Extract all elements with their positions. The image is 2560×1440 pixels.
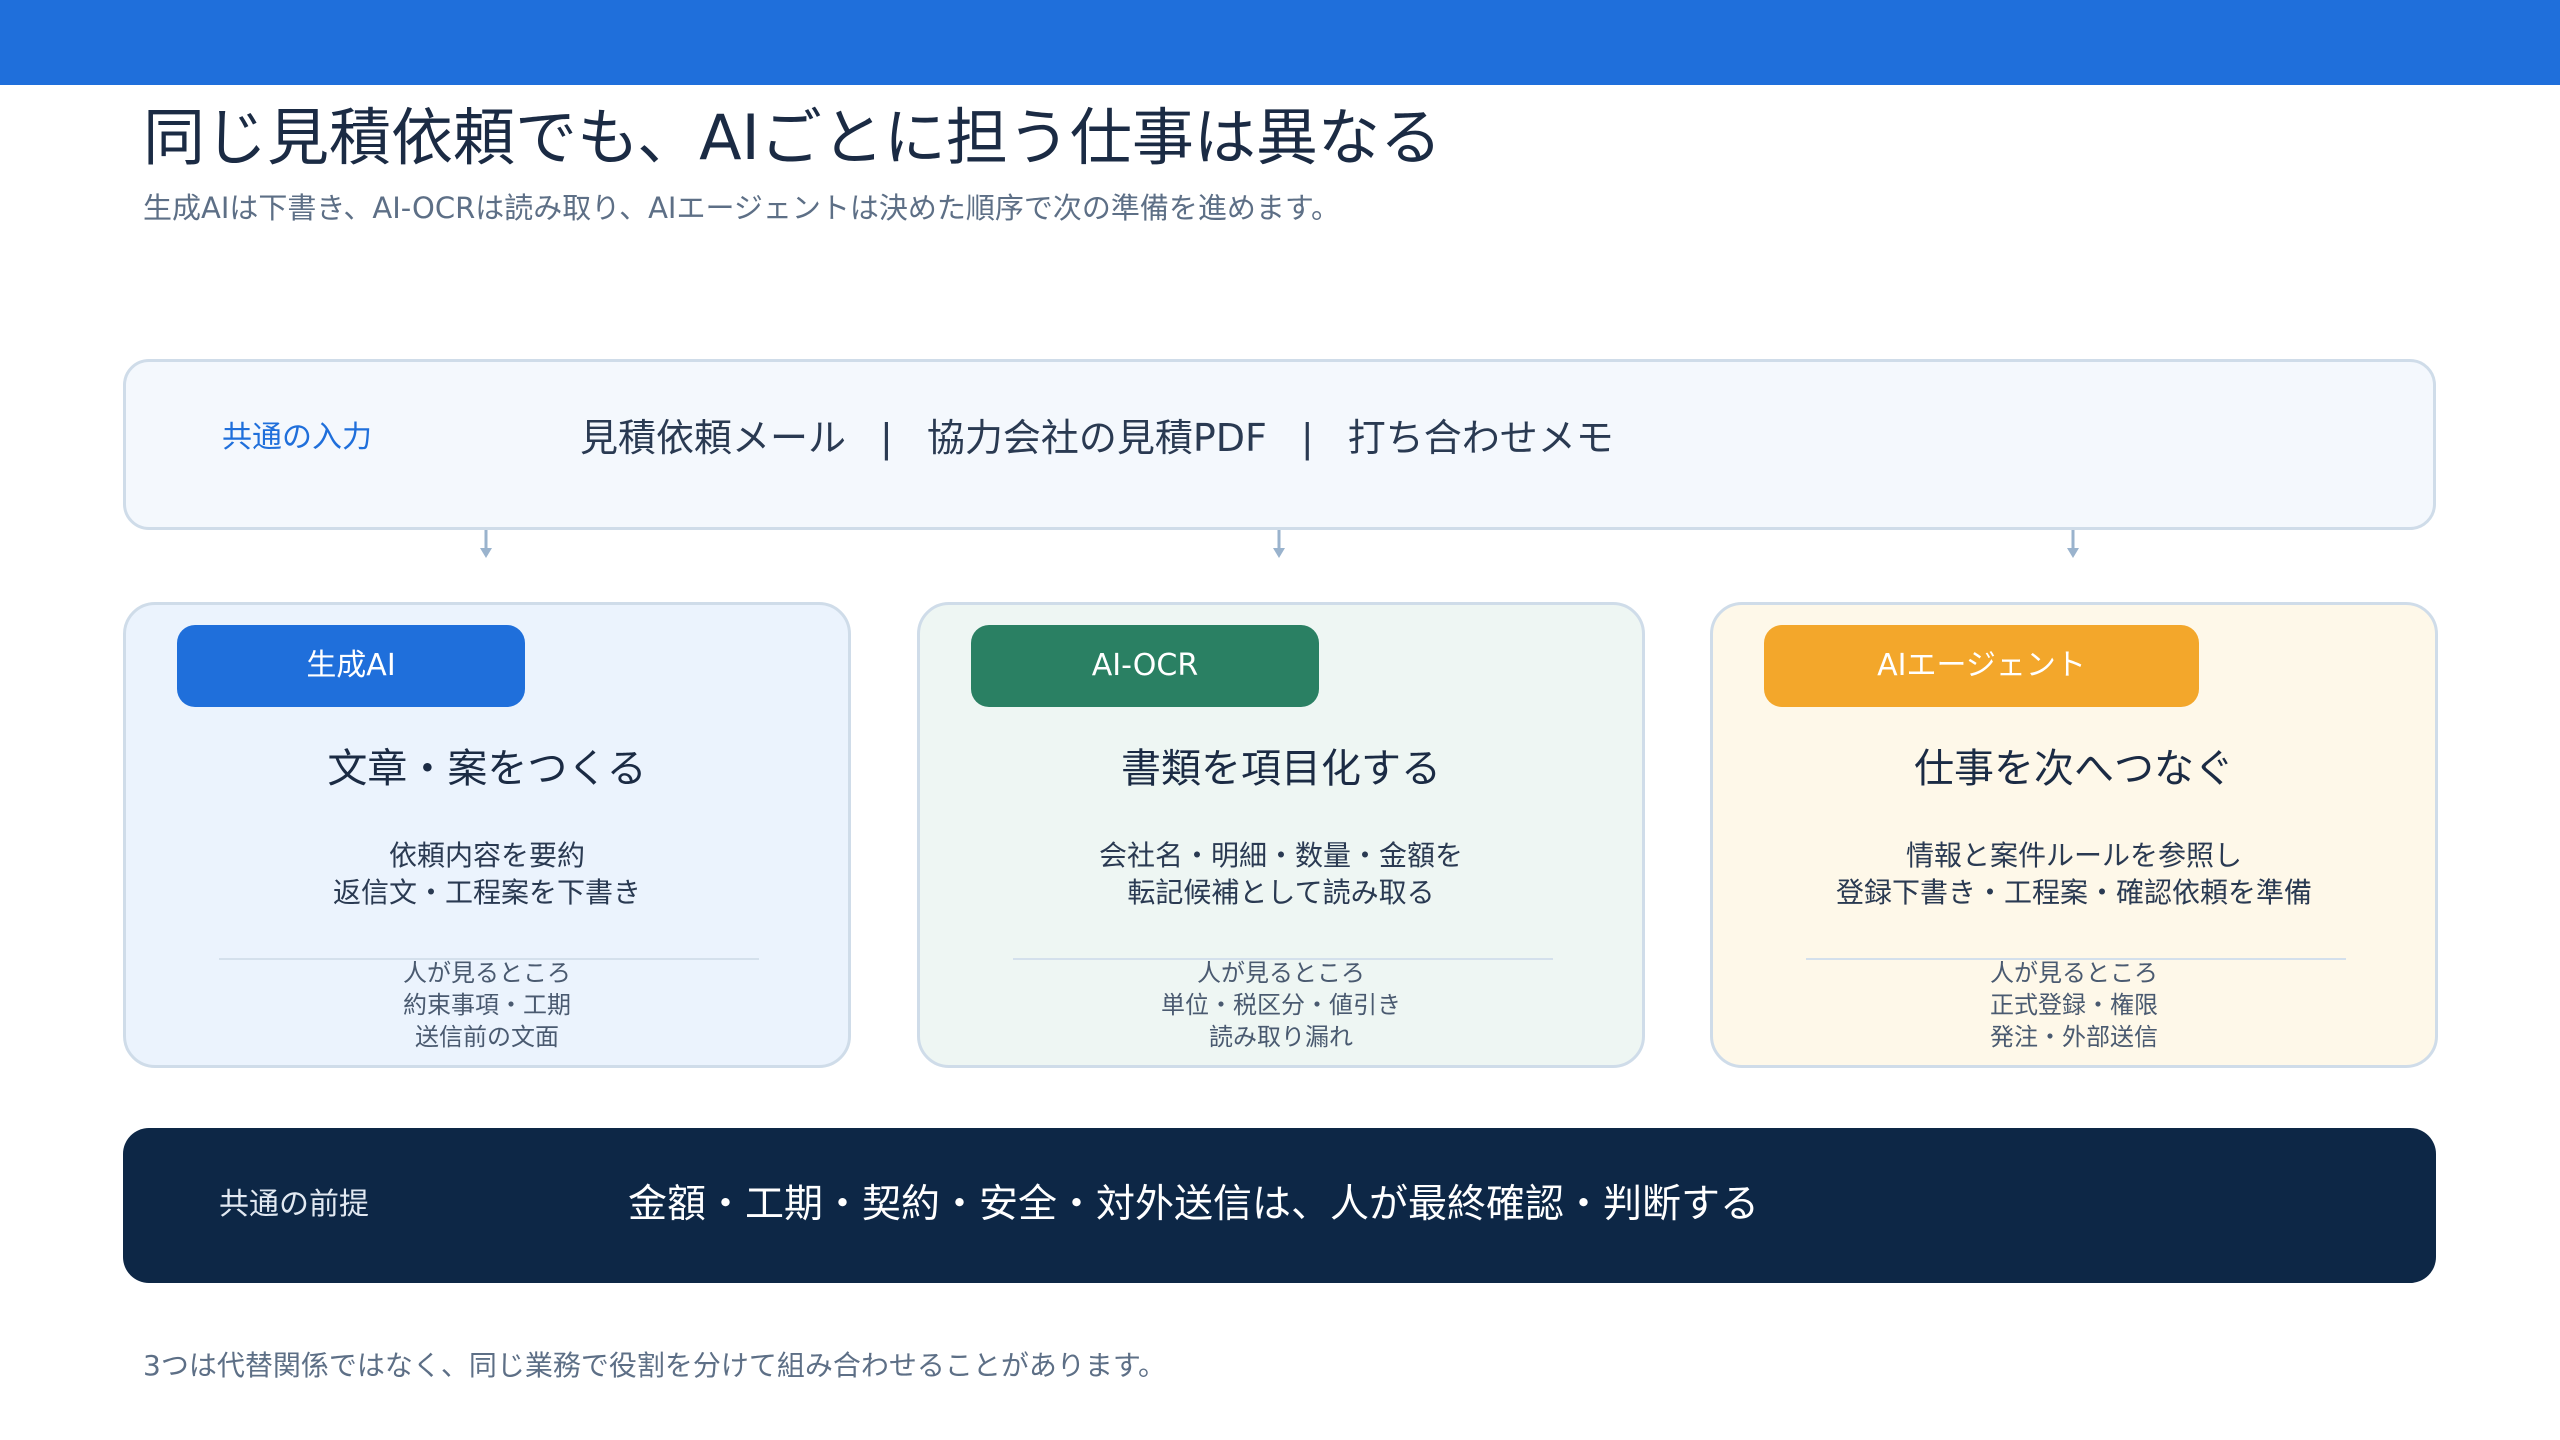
card-human-check: 人が見るところ 単位・税区分・値引き 読み取り漏れ bbox=[920, 957, 1642, 1053]
common-premise-text: 金額・工期・契約・安全・対外送信は、人が最終確認・判断する bbox=[628, 1182, 1760, 1227]
card-human-check: 人が見るところ 約束事項・工期 送信前の文面 bbox=[126, 957, 848, 1053]
card-description-line: 情報と案件ルールを参照し bbox=[1905, 839, 2242, 872]
common-premise-box: 共通の前提 金額・工期・契約・安全・対外送信は、人が最終確認・判断する bbox=[123, 1128, 2436, 1283]
input-separator: | bbox=[1300, 416, 1314, 460]
card-human-check: 人が見るところ 正式登録・権限 発注・外部送信 bbox=[1713, 957, 2435, 1053]
card-check-item: 送信前の文面 bbox=[415, 1023, 559, 1051]
card-heading: 書類を項目化する bbox=[1121, 746, 1441, 792]
footnote: 3つは代替関係ではなく、同じ業務で役割を分けて組み合わせることがあります。 bbox=[143, 1349, 1167, 1382]
card-description-line: 返信文・工程案を下書き bbox=[332, 876, 641, 909]
page-title: 同じ見積依頼でも、AIごとに担う仕事は異なる bbox=[143, 101, 1442, 174]
card-check-item: 読み取り漏れ bbox=[1209, 1023, 1353, 1051]
badge-generative-ai: 生成AI bbox=[177, 625, 525, 707]
down-arrow-icon bbox=[2067, 530, 2079, 558]
card-check-title: 人が見るところ bbox=[1197, 959, 1365, 987]
input-item-estimate-email: 見積依頼メール bbox=[580, 416, 847, 460]
card-check-title: 人が見るところ bbox=[403, 959, 571, 987]
page-subtitle: 生成AIは下書き、AI-OCRは読み取り、AIエージェントは決めた順序で次の準備… bbox=[143, 191, 1341, 225]
input-item-meeting-memo: 打ち合わせメモ bbox=[1347, 416, 1614, 460]
badge-ai-ocr: AI-OCR bbox=[971, 625, 1319, 707]
card-check-title: 人が見るところ bbox=[1990, 959, 2158, 987]
card-description-line: 会社名・明細・数量・金額を bbox=[1098, 839, 1463, 872]
card-description-line: 登録下書き・工程案・確認依頼を準備 bbox=[1835, 876, 2312, 909]
common-input-label: 共通の入力 bbox=[222, 420, 372, 455]
common-input-box: 共通の入力 見積依頼メール | 協力会社の見積PDF | 打ち合わせメモ bbox=[123, 359, 2436, 530]
down-arrow-icon bbox=[480, 530, 492, 558]
card-check-item: 発注・外部送信 bbox=[1990, 1023, 2158, 1051]
card-check-item: 単位・税区分・値引き bbox=[1161, 991, 1401, 1019]
card-generative-ai: 生成AI 文章・案をつくる 依頼内容を要約 返信文・工程案を下書き 人が見るとこ… bbox=[123, 602, 851, 1068]
card-check-item: 正式登録・権限 bbox=[1990, 991, 2158, 1019]
card-heading: 仕事を次へつなぐ bbox=[1914, 746, 2234, 792]
badge-ai-agent: AIエージェント bbox=[1764, 625, 2199, 707]
card-description: 会社名・明細・数量・金額を 転記候補として読み取る bbox=[920, 837, 1642, 911]
top-accent-bar bbox=[0, 0, 2560, 85]
card-heading: 文章・案をつくる bbox=[327, 746, 647, 792]
down-arrow-icon bbox=[1273, 530, 1285, 558]
common-premise-label: 共通の前提 bbox=[219, 1187, 369, 1222]
card-description-line: 依頼内容を要約 bbox=[388, 839, 585, 872]
common-input-items: 見積依頼メール | 協力会社の見積PDF | 打ち合わせメモ bbox=[580, 411, 1614, 465]
card-ai-agent: AIエージェント 仕事を次へつなぐ 情報と案件ルールを参照し 登録下書き・工程案… bbox=[1710, 602, 2438, 1068]
card-description-line: 転記候補として読み取る bbox=[1127, 876, 1435, 909]
card-ai-ocr: AI-OCR 書類を項目化する 会社名・明細・数量・金額を 転記候補として読み取… bbox=[917, 602, 1645, 1068]
input-item-partner-pdf: 協力会社の見積PDF bbox=[926, 416, 1267, 460]
input-separator: | bbox=[880, 416, 893, 460]
card-description: 情報と案件ルールを参照し 登録下書き・工程案・確認依頼を準備 bbox=[1713, 837, 2435, 911]
card-check-item: 約束事項・工期 bbox=[403, 991, 571, 1019]
card-description: 依頼内容を要約 返信文・工程案を下書き bbox=[126, 837, 848, 911]
